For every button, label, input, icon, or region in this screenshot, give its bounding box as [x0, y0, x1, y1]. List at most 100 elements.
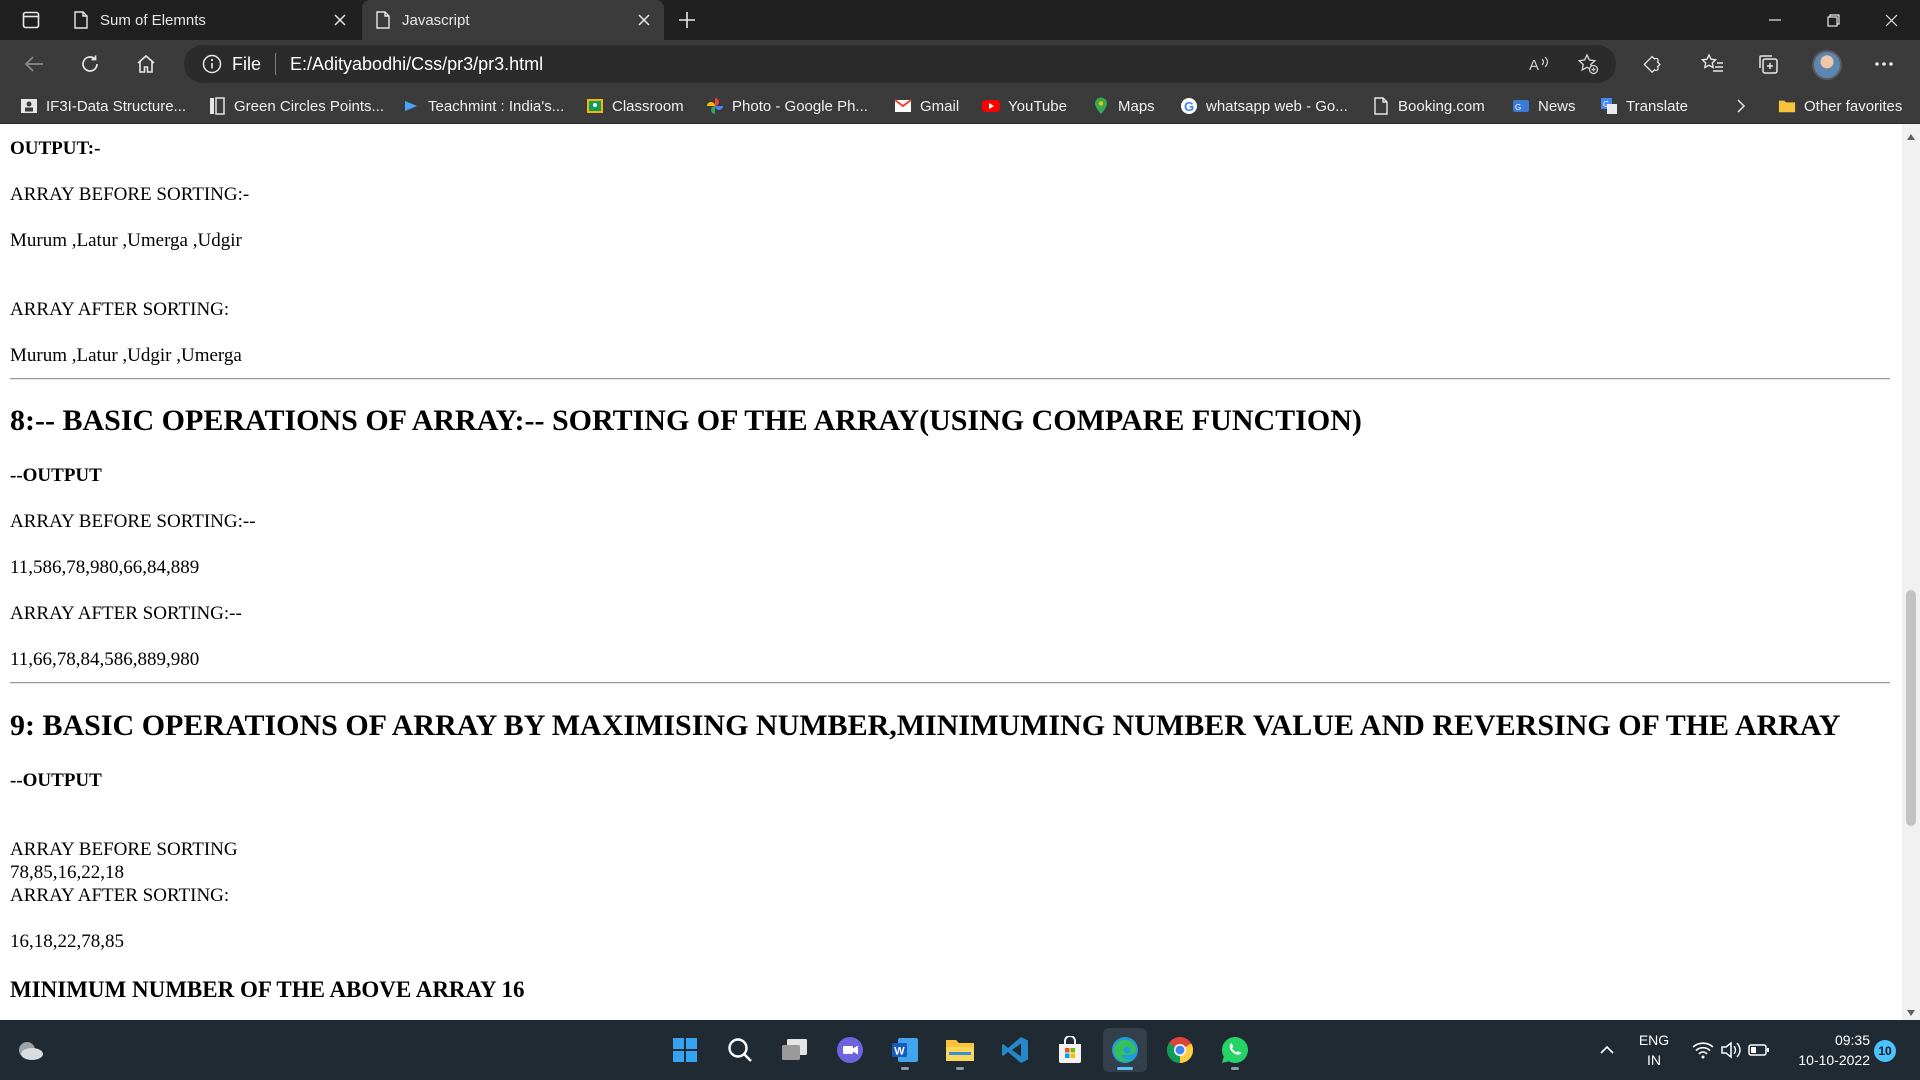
- favorite-item[interactable]: Maps: [1092, 88, 1155, 124]
- store-icon: [1059, 1036, 1081, 1063]
- plus-icon: [679, 12, 695, 28]
- vscode-app[interactable]: [993, 1028, 1037, 1072]
- vertical-scrollbar[interactable]: [1902, 124, 1920, 1020]
- favorite-label: IF3I-Data Structure...: [46, 97, 187, 115]
- favorite-item[interactable]: YouTube: [982, 88, 1067, 124]
- close-tab-icon[interactable]: [624, 0, 664, 40]
- whatsapp-app[interactable]: [1213, 1028, 1257, 1072]
- favorite-item[interactable]: Booking.com: [1372, 88, 1485, 124]
- favorite-item[interactable]: G whatsapp web - Go...: [1180, 88, 1348, 124]
- collections-button[interactable]: [1748, 47, 1788, 81]
- favorite-item[interactable]: Green Circles Points...: [208, 88, 384, 124]
- show-hidden-icons-button[interactable]: [1590, 1028, 1624, 1072]
- clock-date: 10-10-2022: [1798, 1052, 1870, 1068]
- active-indicator: [1117, 1067, 1133, 1070]
- home-button[interactable]: [128, 47, 164, 81]
- clock-time: 09:35: [1834, 1032, 1870, 1048]
- vscode-icon: [1002, 1037, 1028, 1063]
- favorite-item[interactable]: Photo - Google Ph...: [706, 88, 868, 124]
- scrollbar-thumb[interactable]: [1906, 590, 1916, 826]
- section-9-heading: 9: BASIC OPERATIONS OF ARRAY BY MAXIMISI…: [10, 709, 1841, 742]
- favorite-item[interactable]: Gmail: [894, 88, 959, 124]
- chat-icon: [837, 1037, 863, 1063]
- weather-widget[interactable]: [8, 1028, 52, 1072]
- horizontal-rule: [10, 682, 1890, 684]
- minimize-button[interactable]: [1746, 0, 1804, 40]
- favorite-item[interactable]: G Translate: [1600, 88, 1688, 124]
- horizontal-rule: [10, 378, 1890, 380]
- youtube-icon: [982, 97, 1000, 115]
- close-tab-icon[interactable]: [320, 0, 360, 40]
- more-dots-icon: [1875, 62, 1893, 66]
- svg-text:A: A: [1529, 57, 1539, 73]
- array-after-label: ARRAY AFTER SORTING:: [10, 885, 230, 906]
- favorites-bar: IF3I-Data Structure... Green Circles Poi…: [0, 88, 1920, 124]
- url-text[interactable]: E:/Adityabodhi/Css/pr3/pr3.html: [290, 54, 543, 75]
- chat-button[interactable]: [828, 1028, 872, 1072]
- add-favorite-icon[interactable]: [1572, 49, 1604, 79]
- tab-sum-of-elements[interactable]: Sum of Elemnts: [60, 0, 360, 40]
- clock[interactable]: 09:35 10-10-2022: [1782, 1030, 1870, 1070]
- other-favorites-label: Other favorites: [1804, 97, 1903, 115]
- svg-text:G: G: [1603, 100, 1609, 109]
- edge-app[interactable]: [1103, 1028, 1147, 1072]
- chevron-up-icon: [1600, 1045, 1614, 1054]
- scroll-down-arrow-icon[interactable]: [1907, 1010, 1915, 1016]
- classroom-icon: [20, 97, 38, 115]
- info-icon[interactable]: [202, 54, 222, 74]
- favorite-label: Teachmint : India's...: [428, 97, 565, 115]
- running-indicator: [956, 1067, 964, 1070]
- favorite-label: YouTube: [1008, 97, 1067, 115]
- collections-icon: [1759, 55, 1778, 74]
- language-indicator[interactable]: ENG IN: [1632, 1030, 1676, 1070]
- file-explorer-app[interactable]: [938, 1028, 982, 1072]
- back-arrow-icon: [24, 56, 43, 72]
- tab-actions-button[interactable]: [8, 6, 54, 34]
- refresh-button[interactable]: [72, 47, 108, 81]
- settings-menu-button[interactable]: [1864, 47, 1904, 81]
- notification-badge[interactable]: 10: [1874, 1040, 1896, 1062]
- translate-icon: G: [1600, 97, 1618, 115]
- language-code: ENG: [1638, 1032, 1670, 1048]
- address-bar[interactable]: File E:/Adityabodhi/Css/pr3/pr3.html A: [184, 45, 1616, 83]
- site-info-label[interactable]: File: [232, 54, 261, 75]
- favorite-item[interactable]: G News: [1512, 88, 1576, 124]
- tab-javascript[interactable]: Javascript: [362, 0, 664, 40]
- favorite-label: Photo - Google Ph...: [732, 97, 868, 115]
- search-button[interactable]: [718, 1028, 762, 1072]
- chrome-app[interactable]: [1158, 1028, 1202, 1072]
- read-aloud-icon[interactable]: A: [1524, 49, 1556, 79]
- extensions-button[interactable]: [1632, 47, 1672, 81]
- search-icon: [728, 1038, 752, 1062]
- favorite-label: Translate: [1626, 97, 1688, 115]
- output-label: --OUTPUT: [10, 465, 102, 486]
- favorites-button[interactable]: [1692, 47, 1732, 81]
- store-app[interactable]: [1048, 1028, 1092, 1072]
- news-icon: G: [1512, 97, 1530, 115]
- favorite-label: Classroom: [612, 97, 684, 115]
- start-button[interactable]: [663, 1028, 707, 1072]
- battery-icon: [1748, 1044, 1769, 1056]
- profile-avatar[interactable]: [1812, 50, 1842, 80]
- word-app[interactable]: W: [883, 1028, 927, 1072]
- restore-icon: [1826, 13, 1840, 27]
- close-window-button[interactable]: [1862, 0, 1920, 40]
- restore-button[interactable]: [1804, 0, 1862, 40]
- favorite-item[interactable]: Classroom: [586, 88, 684, 124]
- back-button[interactable]: [16, 47, 52, 81]
- new-tab-button[interactable]: [670, 4, 704, 36]
- tab-actions-icon: [22, 11, 40, 29]
- edge-icon: [1112, 1037, 1138, 1063]
- favorite-item[interactable]: Teachmint : India's...: [402, 88, 564, 124]
- favorite-label: Maps: [1118, 97, 1155, 115]
- whatsapp-icon: [1222, 1037, 1249, 1063]
- favorite-item[interactable]: IF3I-Data Structure...: [20, 88, 186, 124]
- scroll-up-arrow-icon[interactable]: [1907, 134, 1915, 140]
- array-before-label: ARRAY BEFORE SORTING:--: [10, 511, 256, 532]
- other-favorites-folder[interactable]: Other favorites: [1778, 88, 1902, 124]
- quick-settings-button[interactable]: [1686, 1028, 1776, 1072]
- page-icon: [74, 11, 88, 29]
- more-favorites-button[interactable]: [1736, 88, 1746, 124]
- task-view-button[interactable]: [773, 1028, 817, 1072]
- favorites-list-icon: [1700, 53, 1723, 72]
